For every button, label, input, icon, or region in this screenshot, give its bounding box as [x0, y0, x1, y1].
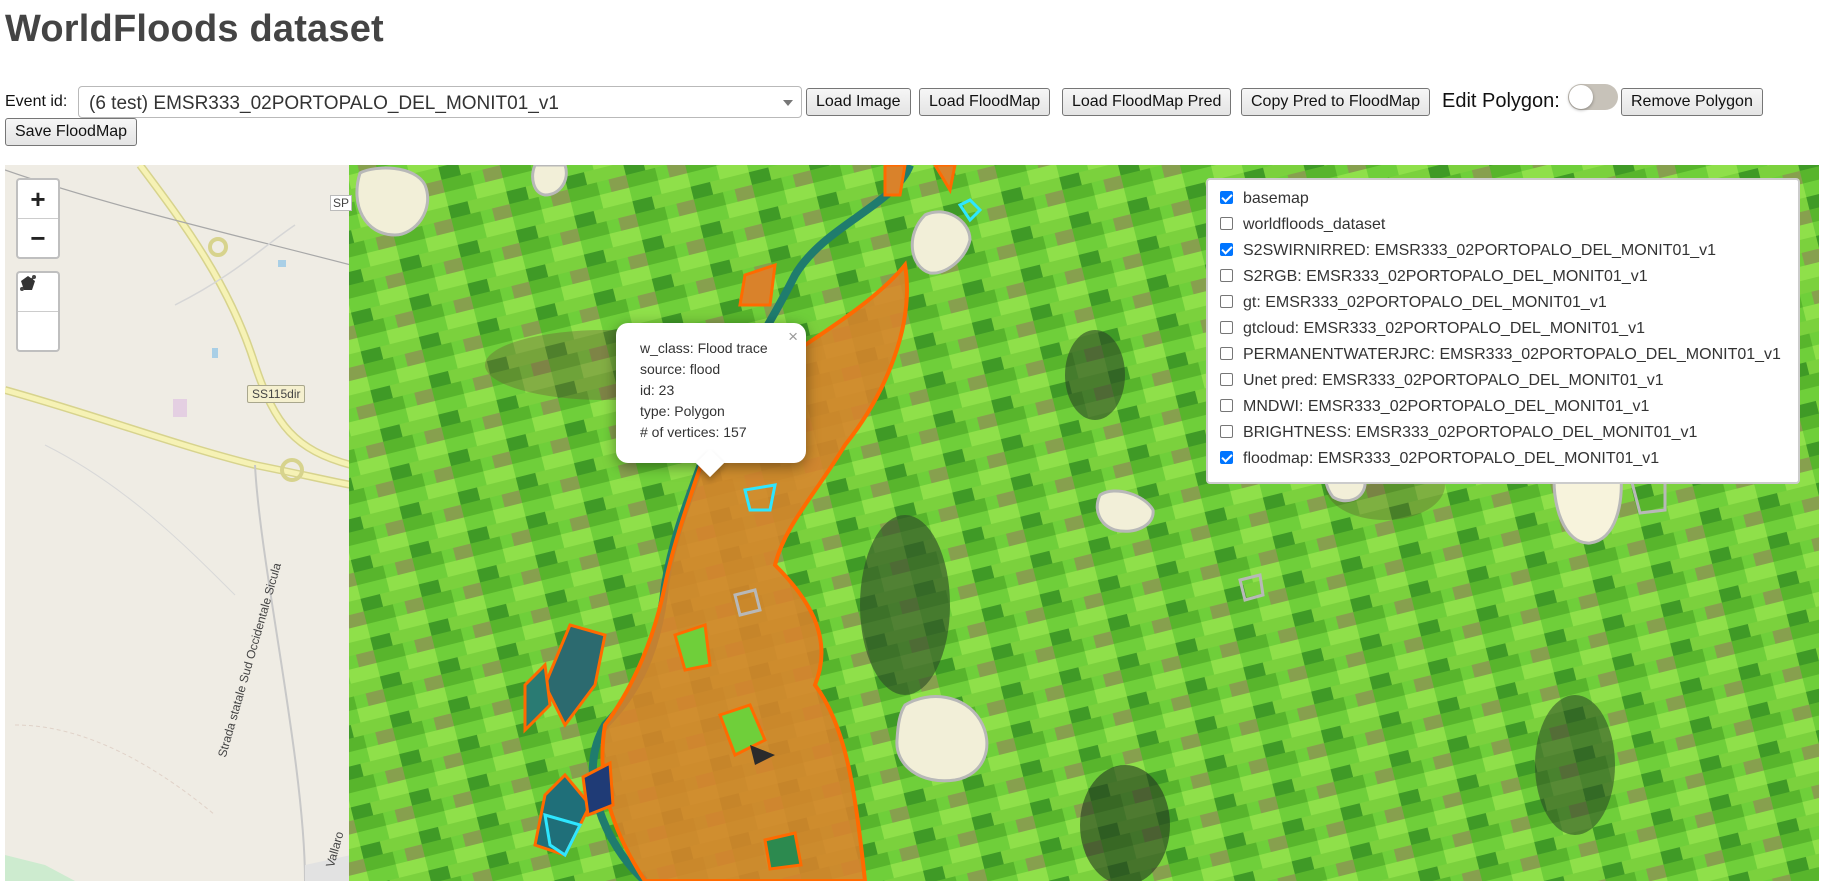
event-id-value: (6 test) EMSR333_02PORTOPALO_DEL_MONIT01…: [89, 93, 559, 114]
zoom-out-button[interactable]: −: [18, 218, 58, 257]
road-shield-ss115dir: SS115dir: [247, 385, 306, 403]
copy-pred-to-floodmap-button[interactable]: Copy Pred to FloodMap: [1241, 88, 1430, 116]
remove-polygon-button[interactable]: Remove Polygon: [1621, 88, 1763, 116]
chevron-down-icon: [783, 100, 793, 106]
layer-label: basemap: [1243, 190, 1309, 207]
load-floodmap-pred-button[interactable]: Load FloodMap Pred: [1062, 88, 1232, 116]
layer-label: BRIGHTNESS: EMSR333_02PORTOPALO_DEL_MONI…: [1243, 424, 1698, 441]
polygon-icon: [21, 276, 35, 290]
zoom-control: + −: [16, 178, 60, 259]
road-label-sp: SP: [330, 195, 353, 211]
layer-item-mndwi[interactable]: MNDWI: EMSR333_02PORTOPALO_DEL_MONIT01_v…: [1220, 398, 1649, 418]
event-id-select[interactable]: (6 test) EMSR333_02PORTOPALO_DEL_MONIT01…: [78, 86, 802, 118]
popup-close-button[interactable]: ×: [788, 327, 798, 347]
layer-checkbox[interactable]: [1220, 373, 1233, 386]
layer-label: Unet pred: EMSR333_02PORTOPALO_DEL_MONIT…: [1243, 372, 1664, 389]
popup-type: type: Polygon: [640, 403, 725, 419]
load-floodmap-button[interactable]: Load FloodMap: [919, 88, 1051, 116]
layer-label: S2SWIRNIRRED: EMSR333_02PORTOPALO_DEL_MO…: [1243, 242, 1717, 259]
layer-label: PERMANENTWATERJRC: EMSR333_02PORTOPALO_D…: [1243, 346, 1781, 363]
save-floodmap-button[interactable]: Save FloodMap: [5, 118, 138, 146]
layer-item-s2swirnirred[interactable]: S2SWIRNIRRED: EMSR333_02PORTOPALO_DEL_MO…: [1220, 242, 1716, 262]
layer-checkbox[interactable]: [1220, 399, 1233, 412]
layer-label: gt: EMSR333_02PORTOPALO_DEL_MONIT01_v1: [1243, 294, 1607, 311]
layer-item-basemap[interactable]: basemap: [1220, 190, 1309, 210]
draw-toolbar: [16, 271, 60, 352]
layer-checkbox[interactable]: [1220, 451, 1233, 464]
layer-item-worldfloods-dataset[interactable]: worldfloods_dataset: [1220, 216, 1385, 236]
zoom-in-button[interactable]: +: [18, 180, 58, 218]
popup-source: source: flood: [640, 361, 721, 377]
layer-checkbox[interactable]: [1220, 191, 1233, 204]
draw-polygon-button[interactable]: [18, 276, 58, 350]
layer-item-gt[interactable]: gt: EMSR333_02PORTOPALO_DEL_MONIT01_v1: [1220, 294, 1607, 314]
layer-checkbox[interactable]: [1220, 269, 1233, 282]
layer-item-brightness[interactable]: BRIGHTNESS: EMSR333_02PORTOPALO_DEL_MONI…: [1220, 424, 1697, 444]
layer-item-s2rgb[interactable]: S2RGB: EMSR333_02PORTOPALO_DEL_MONIT01_v…: [1220, 268, 1648, 288]
layer-label: S2RGB: EMSR333_02PORTOPALO_DEL_MONIT01_v…: [1243, 268, 1648, 285]
layer-checkbox[interactable]: [1220, 217, 1233, 230]
layer-checkbox[interactable]: [1220, 243, 1233, 256]
layer-label: worldfloods_dataset: [1243, 216, 1386, 233]
layer-item-permanentwaterjrc[interactable]: PERMANENTWATERJRC: EMSR333_02PORTOPALO_D…: [1220, 346, 1781, 366]
popup-content: w_class: Flood trace source: flood id: 2…: [640, 338, 768, 443]
layer-checkbox[interactable]: [1220, 347, 1233, 360]
map-view[interactable]: SP SS115dir Strada statale Sud Occidenta…: [5, 165, 1819, 881]
layer-item-gtcloud[interactable]: gtcloud: EMSR333_02PORTOPALO_DEL_MONIT01…: [1220, 320, 1645, 340]
layer-item-unet-pred[interactable]: Unet pred: EMSR333_02PORTOPALO_DEL_MONIT…: [1220, 372, 1664, 392]
layer-checkbox[interactable]: [1220, 425, 1233, 438]
load-image-button[interactable]: Load Image: [806, 88, 911, 116]
layer-checkbox[interactable]: [1220, 321, 1233, 334]
layer-label: gtcloud: EMSR333_02PORTOPALO_DEL_MONIT01…: [1243, 320, 1645, 337]
layer-checkbox[interactable]: [1220, 295, 1233, 308]
layer-item-floodmap[interactable]: floodmap: EMSR333_02PORTOPALO_DEL_MONIT0…: [1220, 450, 1659, 470]
event-id-label: Event id:: [5, 93, 68, 110]
popup-vertices: # of vertices: 157: [640, 424, 747, 440]
toggle-knob: [1569, 85, 1593, 109]
page-title: WorldFloods dataset: [5, 8, 384, 50]
layer-control: basemap worldfloods_dataset S2SWIRNIRRED…: [1206, 178, 1800, 484]
popup-id: id: 23: [640, 382, 675, 398]
feature-popup: × w_class: Flood trace source: flood id:…: [616, 323, 806, 478]
edit-polygon-label: Edit Polygon:: [1442, 90, 1560, 112]
edit-polygon-toggle[interactable]: [1568, 84, 1618, 110]
popup-w-class: w_class: Flood trace: [640, 340, 768, 356]
layer-label: floodmap: EMSR333_02PORTOPALO_DEL_MONIT0…: [1243, 450, 1660, 467]
layer-label: MNDWI: EMSR333_02PORTOPALO_DEL_MONIT01_v…: [1243, 398, 1650, 415]
